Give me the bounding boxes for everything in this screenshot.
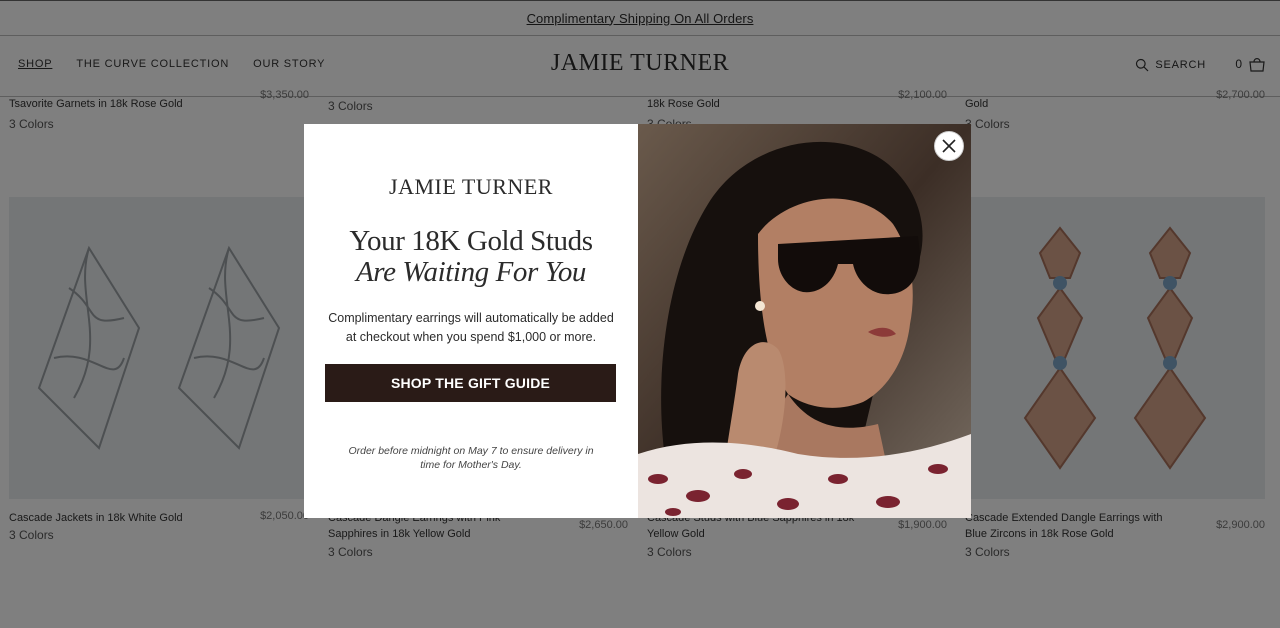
- modal-headline-italic: Are Waiting For You: [355, 256, 587, 288]
- promo-modal: JAMIE TURNER Your 18K Gold Studs Are Wai…: [304, 124, 971, 518]
- modal-body-text: Complimentary earrings will automaticall…: [328, 311, 614, 344]
- modal-content: JAMIE TURNER Your 18K Gold Studs Are Wai…: [304, 124, 638, 518]
- modal-close-button[interactable]: [934, 131, 964, 161]
- woman-sunglasses-photo: [638, 124, 971, 518]
- shop-gift-guide-button[interactable]: SHOP THE GIFT GUIDE: [325, 364, 616, 402]
- modal-note: Order before midnight on May 7 to ensure…: [348, 445, 594, 471]
- modal-logo: JAMIE TURNER: [389, 174, 553, 199]
- modal-image: [638, 124, 971, 518]
- close-icon: [942, 139, 956, 153]
- modal-headline: Your 18K Gold Studs: [349, 225, 593, 257]
